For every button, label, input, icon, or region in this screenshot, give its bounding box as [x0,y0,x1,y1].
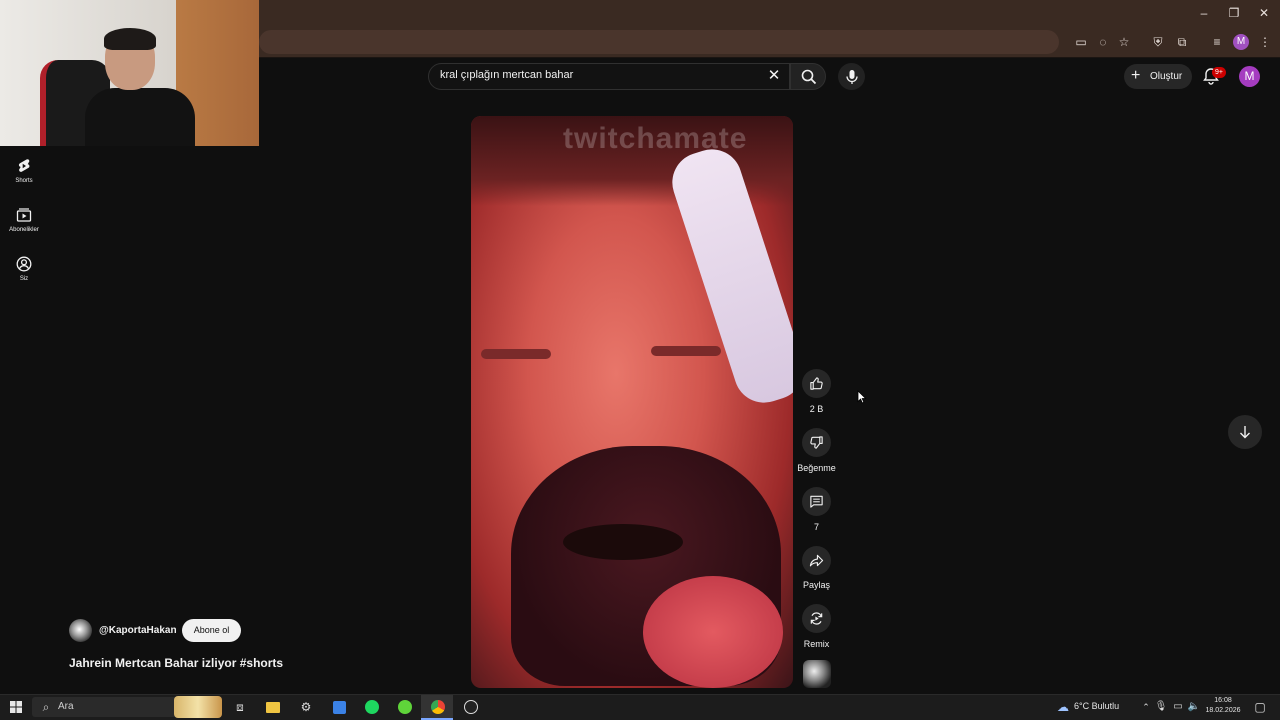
microsoft-store-icon[interactable] [329,697,349,717]
shorts-video-player[interactable]: twitchamate [471,116,793,688]
spotify-icon[interactable] [362,697,382,717]
microphone-icon [846,70,858,84]
video-title[interactable]: Jahrein Mertcan Bahar izliyor #shorts [69,656,283,670]
notification-center-icon[interactable]: ▢ [1250,697,1270,717]
video-watermark: twitchamate [563,122,748,155]
share-button[interactable] [802,546,831,575]
search-button[interactable] [790,63,826,90]
create-label: Oluştur [1150,71,1183,82]
extensions-puzzle-icon[interactable]: ⧉ [1173,33,1191,51]
webcam-overlay [0,0,259,146]
minimize-button[interactable]: – [1192,4,1216,22]
clock-date: 18.02.2026 [1205,707,1241,714]
comment-icon [810,495,823,508]
create-button[interactable]: + Oluştur [1124,64,1192,89]
reading-list-icon[interactable]: ≡ [1208,33,1226,51]
clear-search-icon[interactable]: ✕ [766,68,782,84]
sidebar-item-you[interactable]: Siz [0,256,48,300]
extension-shield-icon[interactable]: ⛨ [1149,33,1167,51]
search-icon: ⌕ [42,700,50,714]
clock-time: 16:08 [1214,697,1232,704]
remix-label: Remix [803,639,830,649]
like-button[interactable] [802,369,831,398]
sidebar-item-subscriptions[interactable]: Abonelikler [0,207,48,251]
shorts-icon [18,159,30,172]
close-window-button[interactable]: ✕ [1252,4,1276,22]
browser-profile-avatar[interactable]: M [1233,34,1249,50]
sound-source-thumbnail[interactable] [803,660,831,688]
search-highlight-image [174,696,222,718]
remix-button[interactable] [802,604,831,633]
chrome-icon[interactable] [428,697,448,717]
sidebar-item-label: Shorts [15,178,33,184]
subscribe-button[interactable]: Abone ol [182,619,241,642]
address-bar[interactable] [259,30,1059,54]
browser-menu-icon[interactable]: ⋮ [1256,33,1274,51]
weather-text[interactable]: 6°C Bulutlu [1074,701,1119,711]
subscriptions-icon [16,208,32,222]
search-query-text[interactable]: kral çıplağın mertcan bahar [440,69,573,81]
eye-off-icon[interactable]: ◌ [1094,33,1112,51]
messenger-app-icon[interactable] [395,697,415,717]
mouse-cursor-icon [857,390,867,404]
cast-icon[interactable]: ▭ [1072,33,1090,51]
comments-button[interactable] [802,487,831,516]
bookmark-star-icon[interactable]: ☆ [1115,33,1133,51]
sidebar-item-shorts[interactable]: Shorts [0,158,48,202]
remix-icon [810,612,823,625]
you-icon [16,256,32,272]
notification-count-badge: 9+ [1212,67,1226,78]
taskbar-search-placeholder[interactable]: Ara [58,701,74,712]
dislike-button[interactable] [802,428,831,457]
thumbs-up-icon [810,377,823,390]
recording-app-icon[interactable] [461,697,481,717]
channel-avatar[interactable] [69,619,92,642]
thumbs-down-icon [810,436,823,449]
taskbar-clock[interactable]: 16:08 18.02.2026 [1202,696,1244,716]
plus-icon: + [1131,67,1141,84]
share-label: Paylaş [802,580,830,590]
settings-gear-icon[interactable]: ⚙ [296,697,316,717]
task-view-icon[interactable]: ⧈ [230,697,250,717]
comment-count: 7 [813,522,819,532]
sidebar-item-label: Abonelikler [9,227,39,233]
channel-name[interactable]: @KaportaHakan [99,625,177,636]
search-icon [801,69,817,85]
next-video-button[interactable] [1228,415,1262,449]
windows-start-icon[interactable] [6,697,26,717]
file-explorer-icon[interactable] [263,697,283,717]
account-avatar[interactable]: M [1239,66,1260,87]
share-arrow-icon [809,554,824,567]
arrow-down-icon [1240,426,1250,439]
dislike-label: Beğenme [797,463,836,473]
sidebar-item-label: Siz [19,276,29,282]
restore-button[interactable]: ❐ [1222,4,1246,22]
weather-cloud-icon[interactable]: ☁ [1053,697,1073,717]
volume-icon[interactable]: 🔈 [1184,697,1204,717]
voice-search-button[interactable] [838,63,865,90]
like-count: 2 B [809,404,824,414]
